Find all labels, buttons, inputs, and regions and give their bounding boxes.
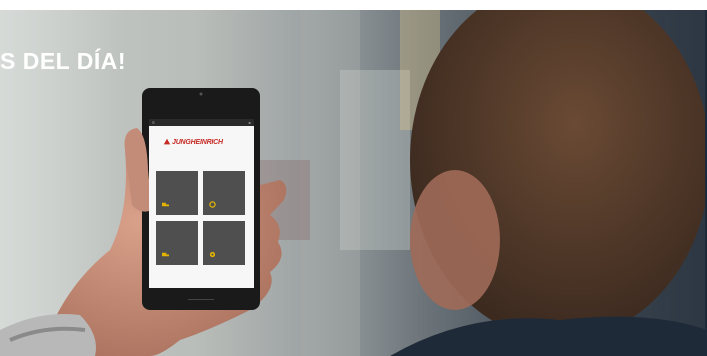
- tile-refresh[interactable]: [203, 171, 245, 215]
- app-bar: ☰ ⚙: [149, 119, 254, 126]
- gear-icon: [209, 251, 216, 258]
- truck-icon: [162, 252, 169, 257]
- tile-truck[interactable]: [156, 221, 198, 265]
- status-bar: [149, 111, 254, 119]
- tile-forklift[interactable]: [156, 171, 198, 215]
- banner: S DEL DÍA! ☰ ⚙ JUNGHEINRICH: [0, 0, 707, 356]
- headline: S DEL DÍA!: [0, 48, 126, 74]
- brand-mark-icon: [163, 138, 171, 145]
- tile-grid: [156, 171, 248, 265]
- settings-icon[interactable]: ⚙: [248, 121, 251, 125]
- refresh-icon: [209, 201, 216, 208]
- brand-logo: JUNGHEINRICH: [163, 136, 254, 148]
- forklift-icon: [162, 202, 169, 207]
- menu-icon[interactable]: ☰: [152, 121, 155, 125]
- shirt-collar: [390, 316, 707, 356]
- phone-screen: ☰ ⚙ JUNGHEINRICH: [149, 111, 254, 288]
- brand-wordmark: JUNGHEINRICH: [172, 138, 223, 146]
- tile-gear[interactable]: [203, 221, 245, 265]
